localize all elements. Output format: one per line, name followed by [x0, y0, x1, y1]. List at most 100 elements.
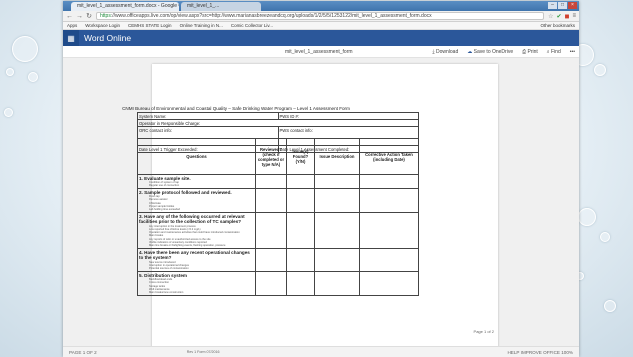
url-input[interactable]: https://www.officeapps.live.com/op/view.…: [96, 12, 545, 20]
question-text: Sample protocol followed and reviewed.: [144, 189, 232, 195]
star-icon[interactable]: ☆: [548, 13, 553, 20]
issue-description-cell: [314, 173, 360, 190]
more-options-button[interactable]: •••: [570, 49, 575, 55]
bubble-decoration: [6, 68, 14, 76]
doc-footer-left: Rev 1 Form 07/2016: [186, 350, 220, 354]
menu-icon[interactable]: ≡: [572, 13, 576, 20]
question-num: 2.: [139, 189, 143, 195]
page-number: Page 1 of 2: [473, 329, 494, 334]
issue-description-cell: [314, 188, 360, 214]
question-cell: 3. Have any of the following occurred at…: [136, 212, 257, 250]
corrective-action-cell: [358, 212, 420, 250]
window-controls: – □ ×: [548, 2, 577, 9]
browser-tab-second[interactable]: mit_level_1_...: [181, 2, 261, 11]
issues-found-cell: [285, 248, 316, 273]
cloud-icon: ☁: [467, 48, 473, 55]
browser-window: mit_level_1_assessment_form.docx - Googl…: [63, 1, 579, 357]
bookmark-online-training[interactable]: Online Training in N...: [180, 23, 223, 28]
save-to-onedrive-label: Save to OneDrive: [473, 48, 514, 55]
url-text: ://www.officeapps.live.com/op/view.aspx?…: [110, 13, 432, 19]
bubble-decoration: [578, 208, 596, 226]
question-item: Regular use of connection: [149, 184, 180, 188]
table-row: Operator in Responsible Charge:: [137, 119, 419, 127]
col-header-issues-found: Issue(s) Found? (Y/N): [285, 138, 316, 175]
bookmark-cemhs-state-login[interactable]: CEMHS STATE Login: [128, 23, 172, 28]
check-icon[interactable]: ✔: [556, 13, 561, 20]
status-bar: PAGE 1 OF 2 Rev 1 Form 07/2016 HELP IMPR…: [63, 346, 579, 357]
document-viewer[interactable]: CNMI Bureau of Environmental and Coastal…: [63, 58, 579, 346]
bubble-decoration: [600, 232, 610, 242]
word-online-header: ▦ Word Online: [63, 30, 579, 46]
corrective-action-cell: [358, 271, 420, 297]
table-row: 4. Have there been any recent operationa…: [136, 248, 420, 273]
question-item: Main line breaks or firefighting events,…: [149, 244, 226, 248]
close-icon[interactable]: ×: [568, 2, 577, 9]
app-title[interactable]: Word Online: [84, 33, 131, 43]
download-button[interactable]: ⤓ Download: [432, 49, 458, 55]
bubble-decoration: [28, 72, 38, 82]
other-bookmarks[interactable]: Other bookmarks: [540, 23, 575, 28]
question-num: 1.: [139, 175, 143, 181]
browser-tab-active[interactable]: mit_level_1_assessment_form.docx - Googl…: [71, 2, 179, 11]
table-row: 1. Evaluate sample site. Condition of sy…: [136, 173, 420, 190]
table-row: 2. Sample protocol followed and reviewed…: [136, 188, 420, 214]
question-text: Distribution system: [144, 272, 188, 278]
table-row: System Name: PWS ID #:: [137, 112, 419, 120]
bubble-decoration: [4, 108, 13, 117]
file-name: mit_level_1_assessment_form: [285, 48, 353, 55]
find-label: Find: [551, 48, 561, 55]
search-icon: ⌕: [546, 48, 550, 55]
reviewed-cell: [255, 188, 287, 214]
find-button[interactable]: ⌕ Find: [547, 49, 561, 55]
browser-titlebar: mit_level_1_assessment_form.docx - Googl…: [63, 1, 579, 11]
col-header-corrective-action: Corrective Action Taken (including Date): [358, 138, 420, 175]
question-num: 4.: [139, 249, 143, 255]
status-right[interactable]: HELP IMPROVE OFFICE 100%: [507, 350, 573, 355]
back-icon[interactable]: ←: [66, 13, 73, 20]
col-header-issue-description: Issue Description: [314, 138, 360, 175]
bookmark-apps[interactable]: Apps: [67, 23, 77, 28]
issues-found-cell: [285, 173, 316, 190]
issue-description-cell: [314, 248, 360, 273]
bubble-decoration: [12, 36, 38, 62]
app-launcher-icon[interactable]: ▦: [63, 30, 79, 46]
assessment-table: Questions Reviewed? (check if completed …: [136, 138, 420, 297]
corrective-action-cell: [358, 248, 420, 273]
page-count: PAGE 1 OF 2: [69, 349, 97, 355]
print-button[interactable]: ⎙ Print: [522, 49, 538, 55]
print-label: Print: [527, 48, 538, 55]
minimize-icon[interactable]: –: [548, 2, 557, 9]
document-header: CNMI Bureau of Environmental and Coastal…: [122, 106, 350, 111]
bookmark-workspace-login[interactable]: Workspace Login: [85, 23, 120, 28]
question-item: Potential sources of contamination: [149, 267, 189, 271]
issues-found-cell: [285, 271, 316, 297]
question-num: 5.: [139, 272, 143, 278]
operator-cell: Operator in Responsible Charge:: [137, 119, 419, 127]
question-cell: 5. Distribution system Backflow/dead end…: [136, 271, 257, 297]
save-to-onedrive-button[interactable]: ☁ Save to OneDrive: [467, 49, 513, 55]
command-items: ⤓ Download ☁ Save to OneDrive ⎙ Print ⌕ …: [432, 49, 575, 55]
question-cell: 4. Have there been any recent operationa…: [136, 248, 257, 273]
question-text: Have any of the following occurred at re…: [139, 213, 245, 225]
question-item: Main breaks/new construction: [149, 291, 184, 295]
question-cell: 1. Evaluate sample site. Condition of sy…: [136, 173, 257, 190]
forward-icon[interactable]: →: [76, 13, 83, 20]
maximize-icon[interactable]: □: [558, 2, 567, 9]
reviewed-cell: [255, 212, 287, 250]
col-header-questions: Questions: [136, 138, 257, 175]
bookmarks-bar: Apps Workspace Login CEMHS STATE Login O…: [63, 22, 579, 30]
question-num: 3.: [139, 213, 143, 219]
url-scheme: https: [100, 13, 111, 19]
print-icon: ⎙: [522, 48, 527, 55]
address-bar-row: ← → ↻ https://www.officeapps.live.com/op…: [63, 11, 579, 22]
reload-icon[interactable]: ↻: [86, 12, 92, 20]
system-name-cell: System Name:: [137, 112, 279, 120]
question-title: 3. Have any of the following occurred at…: [139, 214, 254, 225]
bookmark-comic-collector[interactable]: Comic Collector Liv...: [231, 23, 273, 28]
issues-found-cell: [285, 212, 316, 250]
address-icons: ☆ ✔ ◼ ≡: [548, 13, 576, 20]
table-header-row: Questions Reviewed? (check if completed …: [136, 138, 420, 175]
bubble-decoration: [594, 64, 606, 76]
command-bar: mit_level_1_assessment_form ⤓ Download ☁…: [63, 46, 579, 58]
extension-icon[interactable]: ◼: [565, 13, 570, 20]
